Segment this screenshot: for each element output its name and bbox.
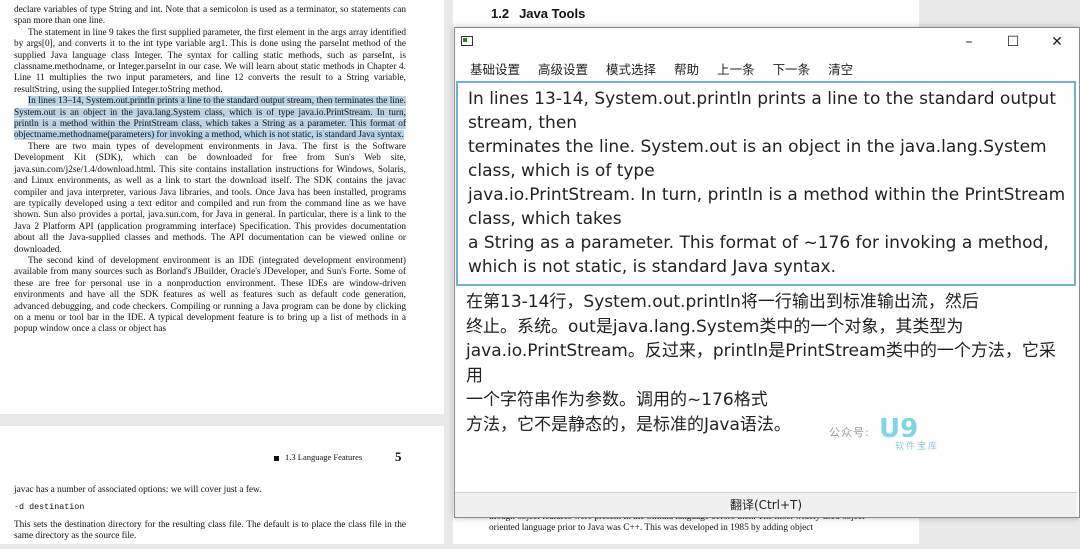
title-bar[interactable]: – ☐ ✕ — [455, 28, 1079, 56]
source-text[interactable]: In lines 13-14, System.out.println print… — [468, 87, 1068, 279]
section-number: 1.2 — [491, 6, 510, 21]
translator-window: – ☐ ✕ 基础设置 高级设置 模式选择 帮助 上一条 下一条 清空 In li… — [454, 27, 1080, 518]
close-button[interactable]: ✕ — [1035, 28, 1079, 56]
translate-button[interactable]: 翻译(Ctrl+T) — [455, 492, 1077, 517]
watermark-prefix: 公众号: — [829, 426, 870, 439]
selection-highlight: In lines 13–14, System.out.println print… — [14, 96, 406, 141]
paragraph: There are two main types of development … — [14, 141, 406, 255]
translation-output[interactable]: 在第13-14行，System.out.println将一行输出到标准输出流，然… — [466, 290, 1066, 437]
source-text-box[interactable]: In lines 13-14, System.out.println print… — [456, 81, 1076, 286]
menu-help[interactable]: 帮助 — [674, 59, 699, 78]
paragraph: javac has a number of associated options… — [14, 485, 262, 495]
app-icon — [461, 36, 473, 46]
paragraph: declare variables of type String and int… — [14, 5, 406, 27]
maximize-button[interactable]: ☐ — [991, 28, 1035, 56]
paragraph: This sets the destination directory for … — [14, 519, 406, 542]
menu-next[interactable]: 下一条 — [773, 59, 811, 78]
menu-advanced-settings[interactable]: 高级设置 — [538, 59, 588, 78]
watermark-subtitle: 软件宝库 — [895, 442, 940, 452]
running-header-text: 1.3 Language Features — [285, 452, 363, 462]
left-page-bottom-text: javac has a number of associated options… — [14, 485, 406, 549]
menu-previous[interactable]: 上一条 — [717, 59, 755, 78]
menu-mode-select[interactable]: 模式选择 — [606, 59, 656, 78]
bullet-square-icon — [274, 455, 279, 461]
page-number: 5 — [395, 449, 402, 464]
code-line: -d destination — [14, 502, 85, 513]
section-title: Java Tools — [519, 6, 586, 21]
running-header: 1.3 Language Features — [274, 452, 362, 462]
paragraph: The second kind of development environme… — [14, 255, 406, 335]
highlighted-paragraph[interactable]: In lines 13–14, System.out.println print… — [14, 96, 406, 142]
menu-bar: 基础设置 高级设置 模式选择 帮助 上一条 下一条 清空 — [455, 56, 1079, 80]
minimize-button[interactable]: – — [947, 28, 991, 56]
left-page-body: declare variables of type String and int… — [14, 5, 406, 336]
menu-basic-settings[interactable]: 基础设置 — [470, 59, 520, 78]
paragraph: The statement in line 9 takes the first … — [14, 27, 406, 95]
section-heading: 1.2 Java Tools — [491, 6, 595, 21]
menu-clear[interactable]: 清空 — [828, 59, 853, 78]
